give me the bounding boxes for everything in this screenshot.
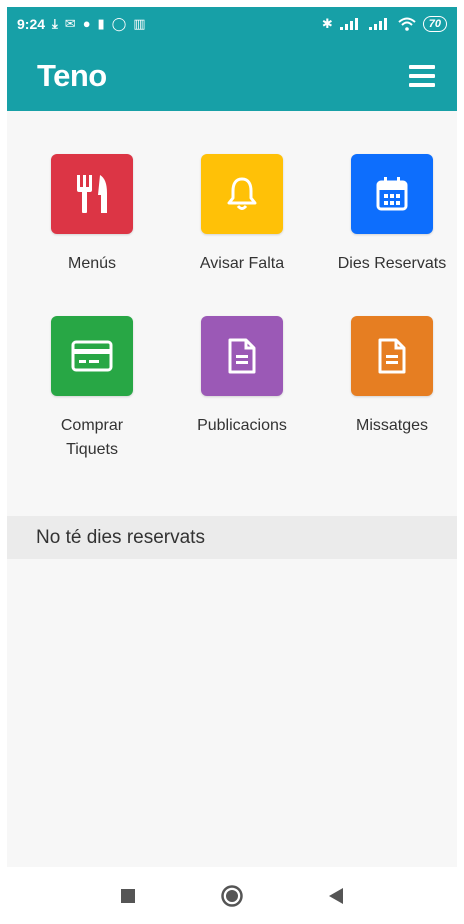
download-icon: ⤓ (52, 16, 58, 31)
tile-missatges-icon-box (351, 316, 433, 396)
battery-indicator: 70 (422, 15, 447, 32)
calendar-icon (376, 177, 408, 211)
signal-icon (339, 17, 358, 30)
chat-icon: ● (82, 16, 91, 31)
app-title: Teno (37, 57, 107, 93)
tile-comprar-icon-box (51, 316, 133, 396)
app-bar: Teno (7, 40, 457, 111)
tile-avisar-falta[interactable]: Avisar Falta (167, 154, 317, 276)
status-bar: 9:24 ⤓ ✉ ● ▮ ◯ ▥ ✱ 70 (7, 7, 457, 40)
tile-comprar-tiquets[interactable]: Comprar Tiquets (17, 316, 167, 462)
document-icon (378, 338, 406, 374)
app-screen: 9:24 ⤓ ✉ ● ▮ ◯ ▥ ✱ 70 Teno Menús Avisar … (7, 7, 457, 867)
square-icon (121, 888, 135, 903)
home-button[interactable] (220, 884, 244, 908)
hamburger-menu-icon[interactable] (409, 64, 435, 87)
utensils-icon (77, 175, 107, 213)
tile-label: Menús (67, 255, 117, 272)
tile-grid: Menús Avisar Falta Dies Reservats Compra… (7, 111, 457, 471)
tile-avisar-icon-box (201, 154, 283, 234)
banner-text: No té dies reservats (36, 526, 205, 548)
back-button[interactable] (324, 884, 348, 908)
status-left: 9:24 ⤓ ✉ ● ▮ ◯ ▥ (17, 16, 146, 32)
tile-publicacions-icon-box (201, 316, 283, 396)
status-time: 9:24 (17, 15, 46, 32)
tile-publicacions[interactable]: Publicacions (167, 316, 317, 438)
trash-icon: ▥ (133, 16, 146, 31)
bluetooth-icon: ✱ (321, 16, 333, 31)
tile-menus-icon-box (51, 154, 133, 234)
system-nav-bar (0, 867, 464, 924)
wifi-icon (398, 17, 416, 31)
tile-menus[interactable]: Menús (17, 154, 167, 276)
tile-dies-reservats[interactable]: Dies Reservats (317, 154, 457, 276)
status-right: ✱ 70 (321, 15, 447, 32)
whatsapp-icon: ◯ (111, 16, 127, 31)
tile-label: Publicacions (197, 417, 287, 434)
credit-card-icon (71, 340, 113, 372)
tile-label: Comprar Tiquets (60, 417, 124, 458)
no-reservations-banner: No té dies reservats (7, 516, 457, 559)
tile-missatges[interactable]: Missatges (317, 316, 457, 438)
tile-label: Dies Reservats (337, 255, 447, 272)
circle-icon (221, 884, 243, 907)
tile-label: Missatges (355, 417, 429, 434)
signal-icon-2 (368, 17, 387, 30)
document-icon (228, 338, 256, 374)
person-icon: ▮ (97, 16, 105, 31)
tile-label: Avisar Falta (199, 255, 285, 272)
mail-icon: ✉ (64, 16, 76, 31)
bell-icon (227, 177, 257, 210)
tile-dies-icon-box (351, 154, 433, 234)
recents-button[interactable] (116, 884, 140, 908)
back-triangle-icon (329, 887, 343, 904)
